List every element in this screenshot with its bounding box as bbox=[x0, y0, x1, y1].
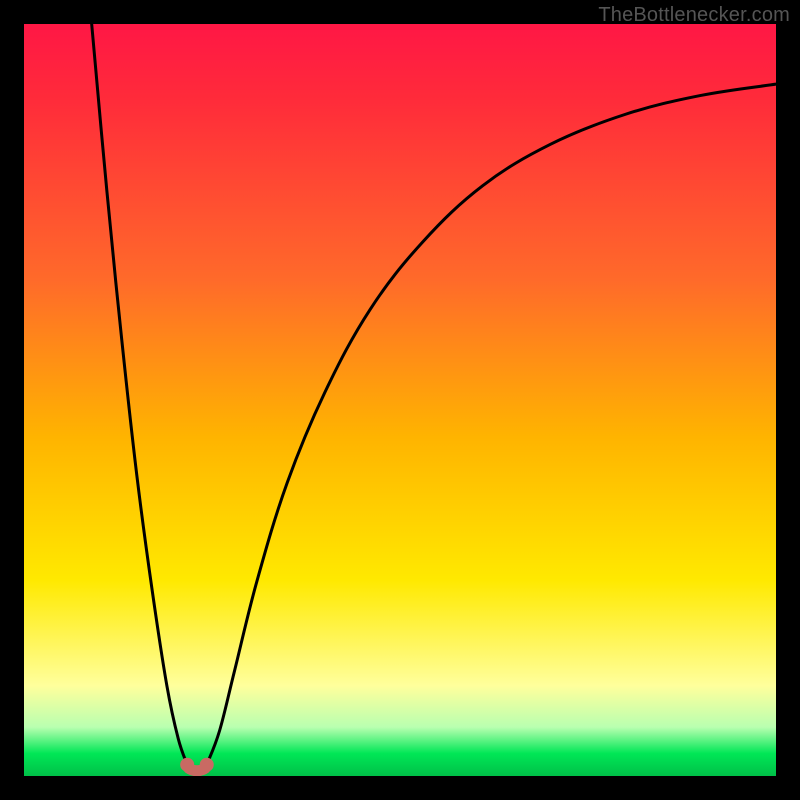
marker-group bbox=[180, 758, 214, 772]
watermark-text: TheBottlenecker.com bbox=[598, 4, 790, 27]
series-group bbox=[92, 24, 776, 765]
plot-area bbox=[24, 24, 776, 776]
chart-svg bbox=[24, 24, 776, 776]
outer-frame: TheBottlenecker.com bbox=[0, 0, 800, 800]
curve-right-branch bbox=[207, 84, 776, 765]
trough-marker-1 bbox=[200, 758, 214, 772]
curve-left-branch bbox=[92, 24, 188, 765]
trough-marker-0 bbox=[180, 758, 194, 772]
